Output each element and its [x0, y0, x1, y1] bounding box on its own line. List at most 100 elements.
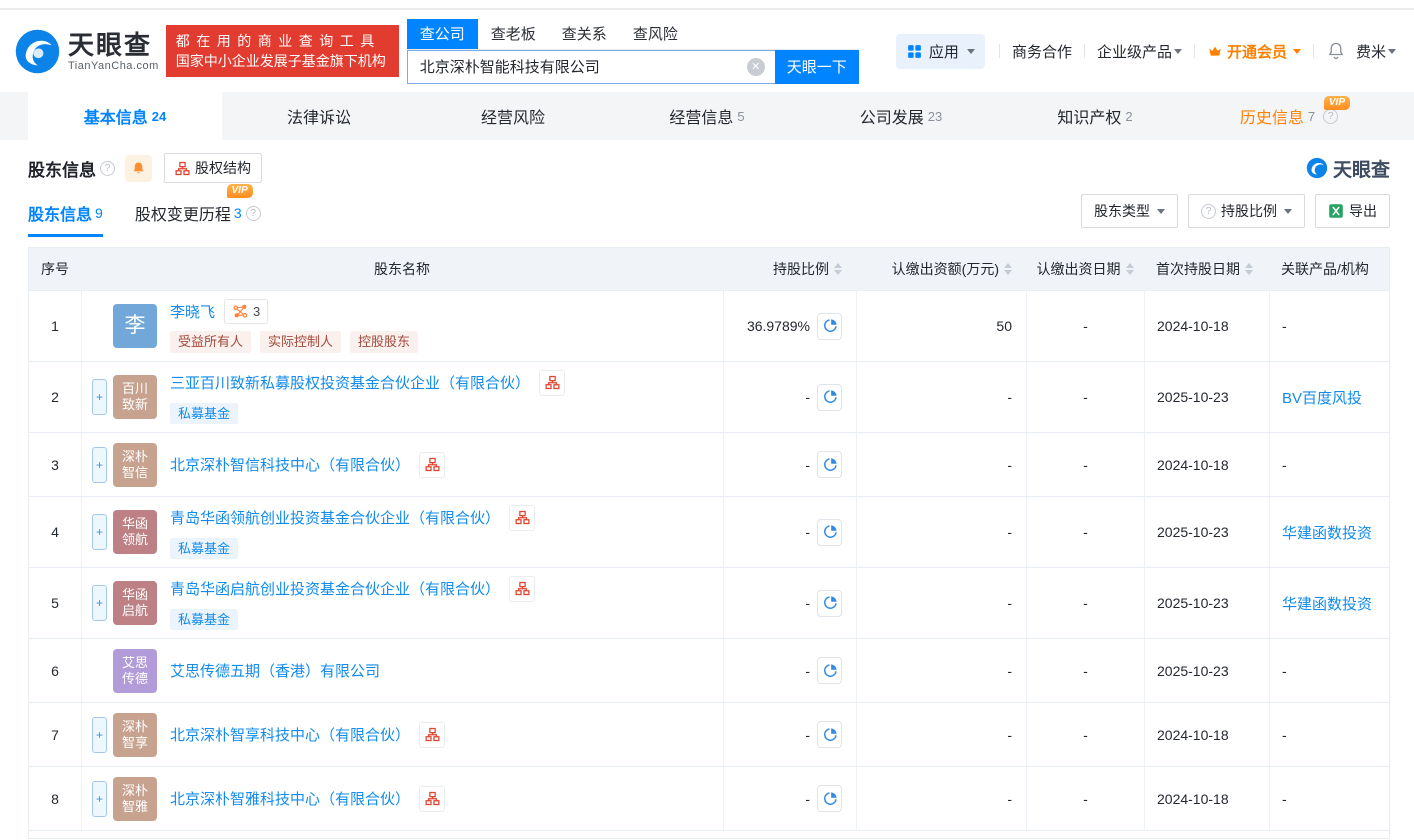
expand-button[interactable]: + — [92, 514, 107, 550]
row-index: 3 — [29, 433, 81, 496]
subtab-equity-change-history[interactable]: 股权变更历程3VIP? — [135, 185, 261, 237]
tab-basic-info[interactable]: 基本信息24 — [28, 92, 222, 140]
pay-date-cell: - — [1026, 291, 1144, 361]
sort-icon[interactable] — [1126, 263, 1134, 275]
search-tab-boss[interactable]: 查老板 — [478, 19, 549, 49]
equity-chart-button[interactable] — [509, 505, 535, 531]
search-input[interactable] — [407, 50, 775, 84]
ratio-value: - — [805, 457, 810, 473]
ratio-pie-button[interactable] — [817, 657, 842, 684]
tab-company-development[interactable]: 公司发展23 — [804, 92, 998, 140]
equity-structure-button[interactable]: 股权结构 — [164, 153, 262, 183]
expand-button[interactable]: + — [92, 781, 107, 817]
shareholder-tag: 私募基金 — [170, 609, 238, 631]
shareholder-tag: 实际控制人 — [260, 331, 341, 353]
related-product-link[interactable]: 华建函数投资 — [1282, 522, 1372, 543]
shareholder-name-link[interactable]: 青岛华函启航创业投资基金合伙企业（有限合伙） — [170, 578, 500, 599]
ratio-cell: 36.9789% — [723, 291, 856, 361]
related-product-link[interactable]: 华建函数投资 — [1282, 593, 1372, 614]
tab-intellectual-property[interactable]: 知识产权2 — [998, 92, 1192, 140]
tab-business-info[interactable]: 经营信息5 — [610, 92, 804, 140]
tab-operational-risk[interactable]: 经营风险 — [416, 92, 610, 140]
column-header-first-holding-date[interactable]: 首次持股日期 — [1144, 248, 1269, 290]
ratio-value: - — [805, 791, 810, 807]
user-menu[interactable]: 费米 — [1352, 41, 1400, 62]
ratio-pie-button[interactable] — [817, 785, 842, 812]
table-body: 1+李李晓飞3受益所有人实际控制人控股股东36.9789%50-2024-10-… — [29, 290, 1389, 830]
ratio-pie-button[interactable] — [817, 451, 842, 478]
shareholder-name-link[interactable]: 艾思传德五期（香港）有限公司 — [170, 660, 380, 681]
tab-count: 2 — [1125, 109, 1132, 124]
equity-chart-button[interactable] — [419, 452, 445, 478]
avatar: 百川致新 — [113, 375, 157, 419]
sort-icon[interactable] — [834, 263, 842, 275]
ratio-pie-button[interactable] — [817, 313, 842, 340]
sort-icon[interactable] — [1245, 263, 1253, 275]
search-tab-relation[interactable]: 查关系 — [549, 19, 620, 49]
ratio-pie-button[interactable] — [817, 519, 842, 546]
banner-line2: 国家中小企业发展子基金旗下机构 — [176, 51, 389, 71]
table-row: 6+艾思传德艾思传德五期（香港）有限公司---2025-10-23- — [29, 638, 1389, 702]
column-header-subscribed-date[interactable]: 认缴出资日期 — [1026, 248, 1144, 290]
equity-chart-button[interactable] — [419, 786, 445, 812]
shareholder-type-filter[interactable]: 股东类型 — [1081, 194, 1178, 228]
expand-button[interactable]: + — [92, 379, 107, 415]
table-controls: 股东类型 ?持股比例 导出 — [1071, 194, 1390, 228]
vip-membership-button[interactable]: 开通会员 — [1201, 41, 1307, 62]
pay-date-cell: - — [1026, 497, 1144, 567]
row-index: 7 — [29, 703, 81, 766]
column-header-holding-ratio[interactable]: 持股比例 — [723, 248, 856, 290]
shareholder-name-link[interactable]: 北京深朴智信科技中心（有限合伙） — [170, 454, 410, 475]
related-product-link[interactable]: BV百度风投 — [1282, 387, 1362, 408]
ratio-pie-button[interactable] — [817, 721, 842, 748]
clear-icon[interactable]: ✕ — [747, 58, 765, 76]
ratio-value: - — [805, 524, 810, 540]
next-row-partial — [29, 830, 1389, 838]
business-cooperation-link[interactable]: 商务合作 — [1006, 41, 1078, 62]
column-header-subscribed-amount[interactable]: 认缴出资额(万元) — [856, 248, 1026, 290]
table-row: 5+华函启航青岛华函启航创业投资基金合伙企业（有限合伙）私募基金---2025-… — [29, 567, 1389, 638]
relation-graph-button[interactable]: 3 — [224, 299, 268, 324]
enterprise-products-menu[interactable]: 企业级产品 — [1091, 41, 1188, 62]
ratio-pie-button[interactable] — [817, 384, 842, 411]
shareholder-name-link[interactable]: 青岛华函领航创业投资基金合伙企业（有限合伙） — [170, 507, 500, 528]
shareholder-cell: +深朴智雅北京深朴智雅科技中心（有限合伙） — [81, 767, 723, 830]
vip-label: 开通会员 — [1227, 41, 1287, 62]
equity-chart-button[interactable] — [419, 722, 445, 748]
equity-chart-button[interactable] — [509, 576, 535, 602]
chevron-down-icon — [967, 49, 975, 58]
sort-icon[interactable] — [1004, 263, 1012, 275]
avatar-text: 启航 — [122, 603, 148, 619]
expand-button[interactable]: + — [92, 447, 107, 483]
export-button[interactable]: 导出 — [1315, 194, 1390, 228]
divider — [1313, 44, 1314, 58]
tab-label: 经营信息 — [669, 104, 733, 128]
ratio-pie-button[interactable] — [817, 590, 842, 617]
tab-legal-litigation[interactable]: 法律诉讼 — [222, 92, 416, 140]
help-icon[interactable]: ? — [100, 161, 115, 176]
search-tab-company[interactable]: 查公司 — [407, 19, 478, 49]
related-product-value: - — [1282, 791, 1287, 807]
apps-button[interactable]: 应用 — [896, 34, 985, 69]
equity-chart-button[interactable] — [539, 370, 565, 396]
expand-button[interactable]: + — [92, 585, 107, 621]
shareholder-name-link[interactable]: 三亚百川致新私募股权投资基金合伙企业（有限合伙） — [170, 372, 530, 393]
subscribe-bell-button[interactable] — [125, 155, 152, 182]
tab-history-info[interactable]: 历史信息7VIP? — [1192, 92, 1386, 140]
ratio-value: - — [805, 389, 810, 405]
tianyancha-logo[interactable]: 天眼查 TianYanCha.com — [14, 28, 159, 75]
search-button[interactable]: 天眼一下 — [775, 50, 859, 84]
shareholder-name-link[interactable]: 北京深朴智雅科技中心（有限合伙） — [170, 788, 410, 809]
shareholder-cell: +艾思传德艾思传德五期（香港）有限公司 — [81, 639, 723, 702]
expand-button[interactable]: + — [92, 717, 107, 753]
avatar-text: 深朴 — [122, 719, 148, 735]
ratio-cell: - — [723, 433, 856, 496]
holding-ratio-filter[interactable]: ?持股比例 — [1188, 194, 1305, 228]
shareholder-name-link[interactable]: 李晓飞 — [170, 301, 215, 322]
search-tab-risk[interactable]: 查风险 — [620, 19, 691, 49]
shareholder-name-link[interactable]: 北京深朴智享科技中心（有限合伙） — [170, 724, 410, 745]
equity-structure-label: 股权结构 — [195, 158, 251, 178]
subtab-shareholders[interactable]: 股东信息9 — [28, 185, 103, 237]
pie-chart-icon — [822, 524, 838, 540]
notifications-bell-icon[interactable] — [1320, 41, 1352, 61]
